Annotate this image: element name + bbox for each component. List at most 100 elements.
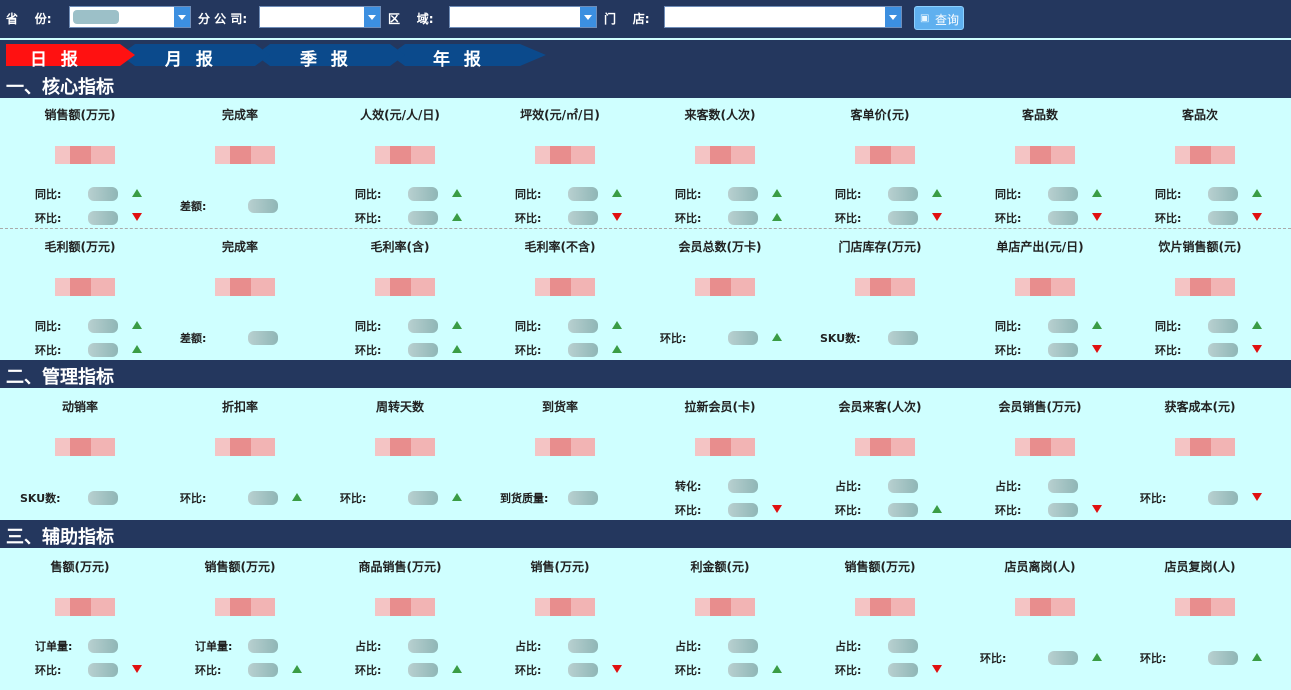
metric-sub-value-redacted [888,331,918,345]
chevron-down-icon[interactable] [364,7,380,27]
metric-card[interactable]: 完成率 差额: [160,98,320,238]
region-select[interactable] [449,6,597,28]
metric-card[interactable]: 会员销售(万元) 占比: 环比: [960,390,1120,530]
tab-quarter-label: 季 报 [300,50,352,70]
metric-sub-value-redacted [408,211,438,225]
metric-sub-label: 同比: [1155,188,1182,201]
metric-sub-label: 环比: [1155,212,1182,225]
metric-sub-label: 环比: [35,212,62,225]
arrow-down-icon [772,505,782,513]
chevron-down-icon[interactable] [174,7,190,27]
arrow-up-icon [1092,321,1102,329]
metric-sub-label: 同比: [515,320,542,333]
metric-card[interactable]: 人效(元/人/日) 同比: 环比: [320,98,480,238]
tab-year[interactable]: 年 报 [433,42,523,70]
arrow-down-icon [612,665,622,673]
arrow-down-icon [932,665,942,673]
metric-card[interactable]: 销售(万元) 占比: 环比: [480,550,640,690]
query-button[interactable]: ▣ 查询 [914,6,964,30]
metric-card[interactable]: 会员来客(人次) 占比: 环比: [800,390,960,530]
metric-sub-value-redacted [88,491,118,505]
metric-value-redacted [1015,598,1075,616]
metric-sub-value-redacted [1208,319,1238,333]
arrow-down-icon [1092,345,1102,353]
metric-card[interactable]: 拉新会员(卡) 转化: 环比: [640,390,800,530]
metric-card[interactable]: 销售额(万元) 订单量: 环比: [160,550,320,690]
metric-card[interactable]: 利金额(元) 占比: 环比: [640,550,800,690]
tab-day-label: 日 报 [30,50,82,70]
metric-sub-label: 环比: [995,504,1022,517]
metric-sub-label: 环比: [515,212,542,225]
metric-sub-label: 环比: [180,492,207,505]
metric-value-redacted [55,438,115,456]
metric-card[interactable]: 销售额(万元) 同比: 环比: [0,98,160,238]
metric-sub-label: 环比: [675,664,702,677]
metric-value-redacted [215,278,275,296]
metric-sub-value-redacted [568,319,598,333]
metric-card[interactable]: 周转天数 环比: [320,390,480,530]
metric-sub-value-redacted [1048,479,1078,493]
metric-card[interactable]: 店员复岗(人) 环比: [1120,550,1280,690]
metric-sub-label: 占比: [835,480,862,493]
tab-day[interactable]: 日 报 [30,42,120,70]
metric-title: 坪效(元/㎡/日) [520,108,600,122]
metric-title: 拉新会员(卡) [684,400,756,414]
metric-card[interactable]: 到货率 到货质量: [480,390,640,530]
metric-title: 商品销售(万元) [358,560,442,574]
metric-card[interactable]: 毛利率(含) 同比: 环比: [320,230,480,370]
chevron-down-icon[interactable] [885,7,901,27]
metric-sub-value-redacted [888,479,918,493]
metric-sub-label: 同比: [355,320,382,333]
arrow-up-icon [132,345,142,353]
metric-value-redacted [695,146,755,164]
metric-sub-label: 转化: [675,480,702,493]
branch-select[interactable] [259,6,381,28]
metric-value-redacted [855,146,915,164]
metric-card[interactable]: 毛利额(万元) 同比: 环比: [0,230,160,370]
metric-sub-value-redacted [1048,187,1078,201]
metric-card[interactable]: 店员离岗(人) 环比: [960,550,1120,690]
province-select[interactable] [69,6,191,28]
metric-sub-value-redacted [728,331,758,345]
metric-sub-value-redacted [888,211,918,225]
metric-card[interactable]: 客品数 同比: 环比: [960,98,1120,238]
metric-card[interactable]: 坪效(元/㎡/日) 同比: 环比: [480,98,640,238]
province-label: 省 份: [6,12,52,26]
metric-sub-value-redacted [88,319,118,333]
metric-title: 折扣率 [221,400,258,414]
metric-card[interactable]: 动销率 SKU数: [0,390,160,530]
metric-value-redacted [1175,438,1235,456]
metric-sub-value-redacted [1048,503,1078,517]
metric-card[interactable]: 门店库存(万元) SKU数: [800,230,960,370]
metric-sub-value-redacted [88,343,118,357]
metric-sub-value-redacted [728,187,758,201]
metric-card[interactable]: 客单价(元) 同比: 环比: [800,98,960,238]
metric-value-redacted [55,278,115,296]
metric-card[interactable]: 商品销售(万元) 占比: 环比: [320,550,480,690]
arrow-up-icon [772,333,782,341]
store-select[interactable] [664,6,902,28]
metric-card[interactable]: 获客成本(元) 环比: [1120,390,1280,530]
metric-card[interactable]: 客品次 同比: 环比: [1120,98,1280,238]
metric-sub-label: 占比: [675,640,702,653]
chevron-down-icon[interactable] [580,7,596,27]
metric-title: 完成率 [221,240,258,254]
tab-quarter[interactable]: 季 报 [300,42,390,70]
metric-card[interactable]: 折扣率环比: [160,390,320,530]
metric-card[interactable]: 单店产出(元/日) 同比: 环比: [960,230,1120,370]
metric-sub-label: 环比: [515,344,542,357]
metric-card[interactable]: 售额(万元) 订单量: 环比: [0,550,160,690]
metric-card[interactable]: 销售额(万元) 占比: 环比: [800,550,960,690]
metric-sub-value-redacted [728,663,758,677]
metric-card[interactable]: 饮片销售额(元) 同比: 环比: [1120,230,1280,370]
arrow-up-icon [132,189,142,197]
metric-card[interactable]: 毛利率(不含) 同比: 环比: [480,230,640,370]
metric-card[interactable]: 完成率 差额: [160,230,320,370]
query-button-label: 查询 [935,13,960,27]
metric-card[interactable]: 会员总数(万卡) 环比: [640,230,800,370]
metric-sub-value-redacted [728,639,758,653]
tab-month[interactable]: 月 报 [165,42,255,70]
arrow-down-icon [1252,493,1262,501]
metric-value-redacted [535,278,595,296]
metric-card[interactable]: 来客数(人次) 同比: 环比: [640,98,800,238]
